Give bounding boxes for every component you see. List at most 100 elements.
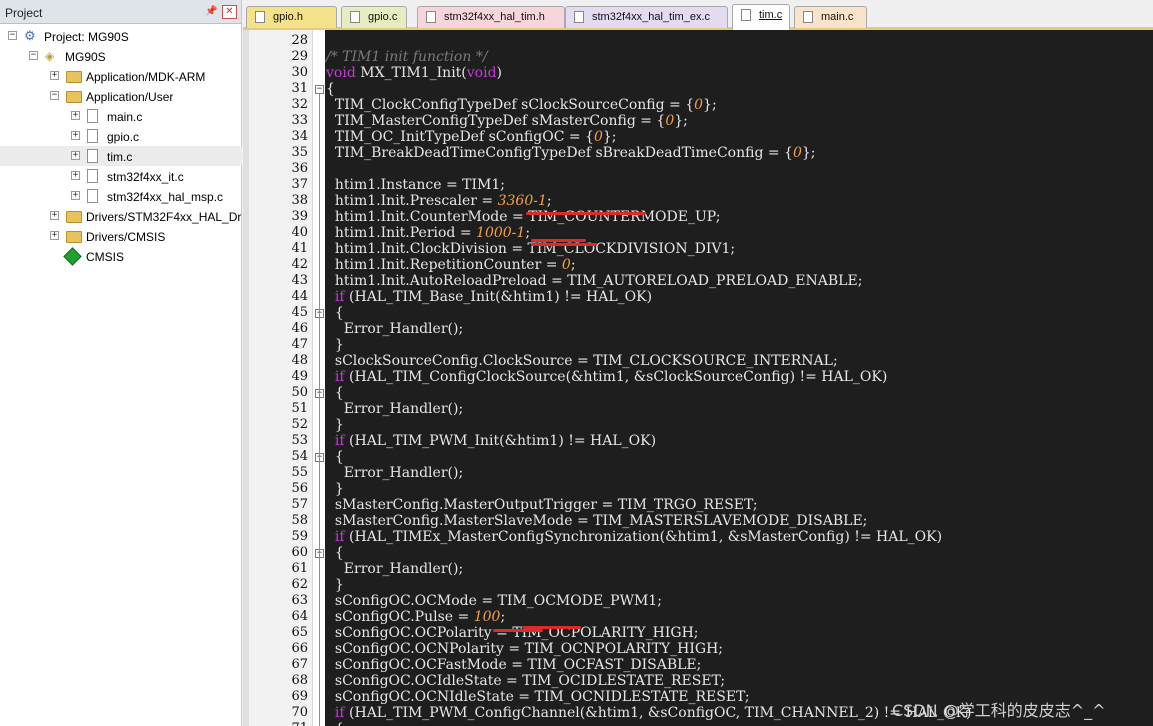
project-panel: Project 📌 ✕ − ⚙ Project: MG90S − ◈ MG90S + Appl… — [0, 0, 242, 726]
pin-icon[interactable]: 📌 — [205, 6, 217, 17]
folder-icon — [66, 91, 82, 103]
tree-item[interactable]: CMSIS — [0, 246, 242, 266]
expand-icon[interactable]: + — [50, 211, 59, 220]
line-number: 31 — [291, 81, 308, 96]
tree-item-label: gpio.c — [107, 130, 140, 144]
code-line[interactable]: Error_Handler(); — [326, 465, 463, 481]
tab-main-c[interactable]: main.c — [794, 6, 867, 28]
tab-label: stm32f4xx_hal_tim_ex.c — [592, 11, 710, 23]
expand-icon[interactable]: + — [71, 171, 80, 180]
line-number: 49 — [291, 369, 308, 384]
cmsis-icon — [63, 247, 82, 266]
code-line[interactable]: htim1.Init.Prescaler = 3360-1; — [326, 193, 552, 209]
expand-icon[interactable]: + — [71, 151, 80, 160]
code-line[interactable]: TIM_OC_InitTypeDef sConfigOC = {0}; — [326, 129, 617, 145]
code-line[interactable]: sConfigOC.OCIdleState = TIM_OCIDLESTATE_… — [326, 673, 725, 689]
code-line[interactable]: { — [326, 545, 344, 561]
tree-item[interactable]: − Application/User — [0, 86, 242, 106]
tree-item[interactable]: + Application/MDK-ARM — [0, 66, 242, 86]
code-line[interactable]: { — [326, 385, 344, 401]
line-number: 47 — [291, 337, 308, 352]
annotation-underline — [531, 243, 597, 246]
line-number: 30 — [291, 65, 308, 80]
tree-item-label: Project: MG90S — [44, 30, 129, 44]
code-line[interactable]: sMasterConfig.MasterOutputTrigger = TIM_… — [326, 497, 758, 513]
expand-icon[interactable]: + — [71, 111, 80, 120]
code-line[interactable]: /* TIM1 init function */ — [326, 49, 488, 65]
file-icon — [87, 189, 98, 203]
code-line[interactable]: htim1.Init.CounterMode = TIM_COUNTERMODE… — [326, 209, 721, 225]
tree-item[interactable]: + Drivers/CMSIS — [0, 226, 242, 246]
tab-label: gpio.h — [273, 11, 303, 23]
code-line[interactable]: if (HAL_TIM_PWM_ConfigChannel(&htim1, &s… — [326, 705, 972, 721]
code-line[interactable]: htim1.Init.RepetitionCounter = 0; — [326, 257, 576, 273]
file-icon — [574, 11, 584, 23]
tree-item[interactable]: + gpio.c — [0, 126, 242, 146]
file-icon — [87, 149, 98, 163]
tab-stm32f4xx-hal-tim-h[interactable]: stm32f4xx_hal_tim.h — [417, 6, 565, 28]
expand-icon[interactable]: + — [50, 71, 59, 80]
tab-tim-c[interactable]: tim.c — [732, 4, 790, 30]
code-line[interactable]: Error_Handler(); — [326, 321, 463, 337]
tab-stm32f4xx-hal-tim-ex-c[interactable]: stm32f4xx_hal_tim_ex.c — [565, 6, 728, 28]
code-line[interactable]: sConfigOC.OCMode = TIM_OCMODE_PWM1; — [326, 593, 662, 609]
line-number: 58 — [291, 513, 308, 528]
code-line[interactable]: Error_Handler(); — [326, 401, 463, 417]
code-line[interactable]: } — [326, 481, 344, 497]
line-number: 52 — [291, 417, 308, 432]
code-line[interactable]: { — [326, 449, 344, 465]
code-line[interactable]: } — [326, 577, 344, 593]
tree-item[interactable]: − ⚙ Project: MG90S — [0, 26, 242, 46]
line-number: 36 — [291, 161, 308, 176]
code-line[interactable]: htim1.Init.Period = 1000-1; — [326, 225, 530, 241]
code-line[interactable]: htim1.Init.AutoReloadPreload = TIM_AUTOR… — [326, 273, 863, 289]
tree-item[interactable]: + Drivers/STM32F4xx_HAL_Driver — [0, 206, 242, 226]
code-line[interactable]: } — [326, 337, 344, 353]
expand-icon[interactable]: + — [71, 191, 80, 200]
tree-item-label: Drivers/CMSIS — [86, 230, 166, 244]
tree-item[interactable]: + tim.c — [0, 146, 242, 166]
code-line[interactable]: htim1.Instance = TIM1; — [326, 177, 505, 193]
collapse-icon[interactable]: − — [50, 91, 59, 100]
line-number: 68 — [291, 673, 308, 688]
code-line[interactable]: sConfigOC.Pulse = 100; — [326, 609, 505, 625]
code-line[interactable]: { — [326, 305, 344, 321]
line-number: 33 — [291, 113, 308, 128]
collapse-icon[interactable]: − — [8, 31, 17, 40]
collapse-icon[interactable]: − — [29, 51, 38, 60]
code-line[interactable]: TIM_ClockConfigTypeDef sClockSourceConfi… — [326, 97, 717, 113]
code-line[interactable]: sConfigOC.OCNIdleState = TIM_OCNIDLESTAT… — [326, 689, 750, 705]
code-line[interactable]: sConfigOC.OCNPolarity = TIM_OCNPOLARITY_… — [326, 641, 723, 657]
code-line[interactable]: TIM_MasterConfigTypeDef sMasterConfig = … — [326, 113, 688, 129]
tree-item[interactable]: + stm32f4xx_hal_msp.c — [0, 186, 242, 206]
tree-item[interactable]: − ◈ MG90S — [0, 46, 242, 66]
code-editor[interactable]: 28 29 /* TIM1 init function */ 30 void MX_TI… — [243, 30, 1153, 726]
line-number: 67 — [291, 657, 308, 672]
code-line[interactable]: sClockSourceConfig.ClockSource = TIM_CLO… — [326, 353, 838, 369]
line-number: 38 — [291, 193, 308, 208]
tree-item[interactable]: + stm32f4xx_it.c — [0, 166, 242, 186]
line-number: 69 — [291, 689, 308, 704]
fold-toggle-icon[interactable]: − — [315, 85, 324, 94]
tree-item[interactable]: + main.c — [0, 106, 242, 126]
code-line[interactable]: { — [326, 81, 335, 97]
code-line[interactable]: sConfigOC.OCPolarity = TIM_OCPOLARITY_HI… — [326, 625, 699, 641]
code-line[interactable]: TIM_BreakDeadTimeConfigTypeDef sBreakDea… — [326, 145, 816, 161]
code-line[interactable]: void MX_TIM1_Init(void) — [326, 65, 502, 81]
code-line[interactable]: if (HAL_TIM_Base_Init(&htim1) != HAL_OK) — [326, 289, 652, 305]
code-line[interactable]: sMasterConfig.MasterSlaveMode = TIM_MAST… — [326, 513, 868, 529]
code-line[interactable]: Error_Handler(); — [326, 561, 463, 577]
expand-icon[interactable]: + — [71, 131, 80, 140]
code-line[interactable]: { — [326, 721, 344, 726]
code-line[interactable]: if (HAL_TIM_ConfigClockSource(&htim1, &s… — [326, 369, 887, 385]
code-line[interactable]: } — [326, 417, 344, 433]
close-panel-button[interactable]: ✕ — [222, 5, 237, 19]
tab-gpio-h[interactable]: gpio.h — [246, 6, 337, 28]
code-line[interactable]: if (HAL_TIMEx_MasterConfigSynchronizatio… — [326, 529, 942, 545]
tab-gpio-c[interactable]: gpio.c — [341, 6, 407, 28]
expand-icon[interactable]: + — [50, 231, 59, 240]
file-icon — [350, 11, 360, 23]
code-line[interactable]: sConfigOC.OCFastMode = TIM_OCFAST_DISABL… — [326, 657, 701, 673]
code-line[interactable]: if (HAL_TIM_PWM_Init(&htim1) != HAL_OK) — [326, 433, 656, 449]
line-number: 56 — [291, 481, 308, 496]
